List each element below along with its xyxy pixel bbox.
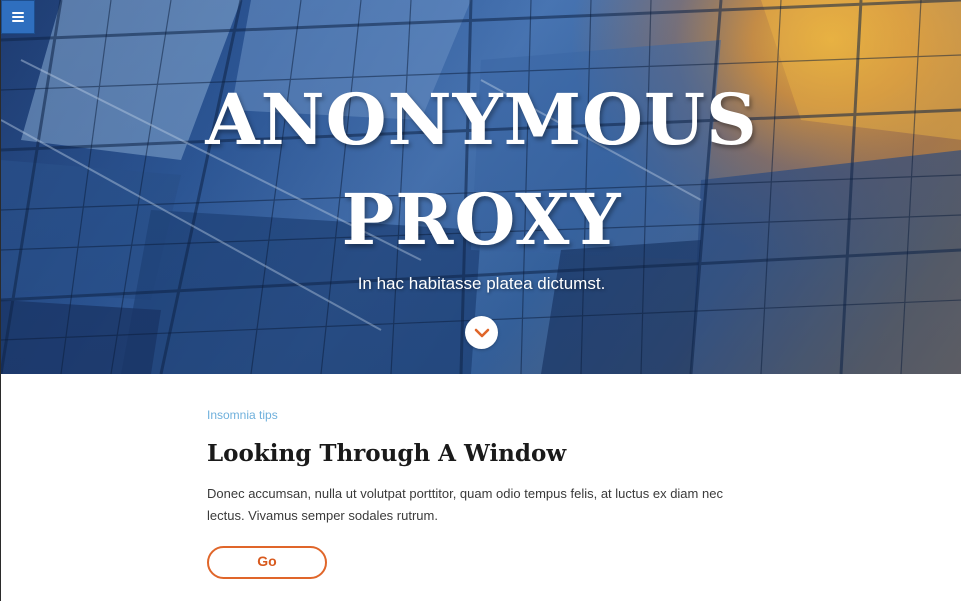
hero-subtitle: In hac habitasse platea dictumst. — [357, 274, 606, 293]
hero-title: ANONYMOUS PROXY — [1, 70, 961, 270]
menu-button[interactable] — [1, 0, 35, 34]
go-button[interactable]: Go — [207, 546, 327, 579]
page: ANONYMOUS PROXY In hac habitasse platea … — [0, 0, 961, 601]
article-title: Looking Through A Window — [207, 440, 567, 467]
article-category-link[interactable]: Insomnia tips — [207, 408, 767, 422]
hero-title-line-2: PROXY — [341, 178, 622, 261]
scroll-down-button[interactable] — [465, 316, 498, 349]
article-section: Insomnia tips Looking Through A Window D… — [207, 374, 767, 579]
chevron-down-icon — [474, 328, 489, 337]
hamburger-menu-icon — [12, 12, 24, 22]
article-body: Donec accumsan, nulla ut volutpat portti… — [207, 486, 723, 523]
hero-title-line-1: ANONYMOUS — [205, 78, 758, 161]
hero-banner: ANONYMOUS PROXY In hac habitasse platea … — [1, 0, 961, 374]
